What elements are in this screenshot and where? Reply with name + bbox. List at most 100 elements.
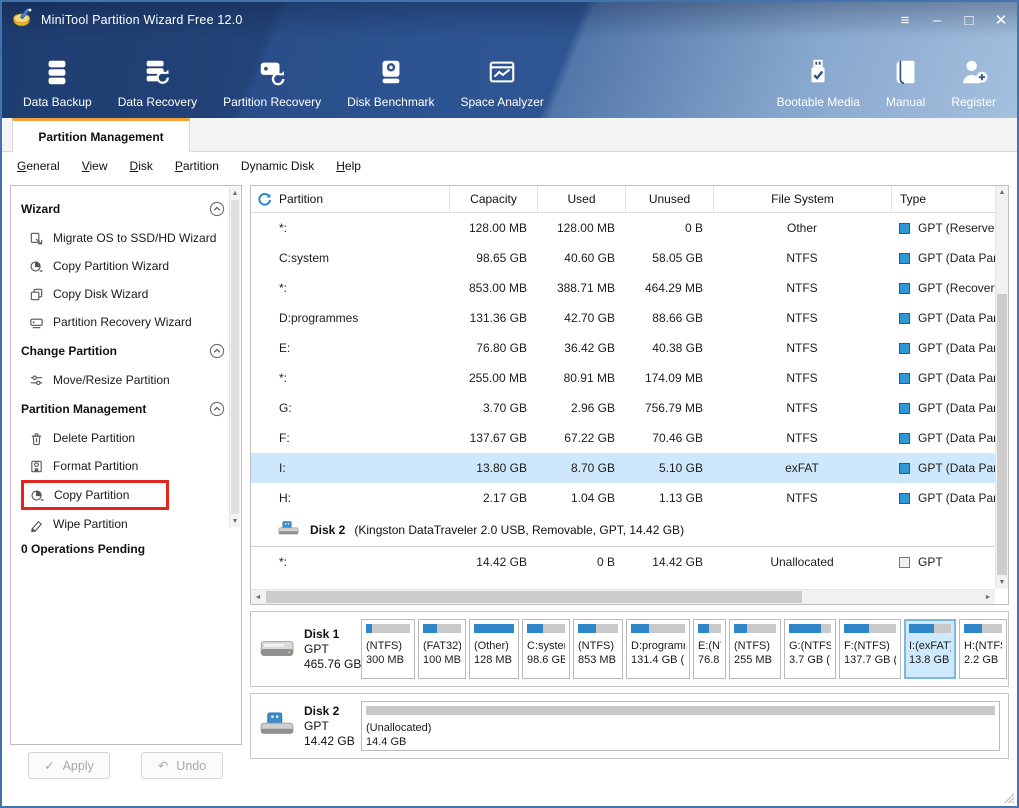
toolbar-label: Register bbox=[951, 95, 996, 109]
scroll-right-icon[interactable]: ► bbox=[981, 590, 995, 604]
column-header-type[interactable]: Type bbox=[891, 186, 995, 212]
usb-drive-icon bbox=[277, 521, 301, 538]
close-button[interactable]: ✕ bbox=[985, 2, 1017, 38]
disk-block-other[interactable]: (Other)128 MB bbox=[469, 619, 519, 679]
disk-block-d-programmes[interactable]: D:programmes131.4 GB (U bbox=[626, 619, 690, 679]
toolbar-data-recovery[interactable]: Data Recovery bbox=[105, 38, 210, 118]
scroll-up-icon[interactable]: ▲ bbox=[230, 187, 240, 199]
column-header-capacity[interactable]: Capacity bbox=[449, 186, 537, 212]
menu-view[interactable]: View bbox=[71, 159, 119, 173]
partition-type-icon bbox=[899, 283, 910, 294]
toolbar-manual[interactable]: Manual bbox=[873, 38, 938, 118]
disk-block-g-ntfs[interactable]: G:(NTFS)3.7 GB (U bbox=[784, 619, 836, 679]
column-header-file-system[interactable]: File System bbox=[713, 186, 891, 212]
disk-block-ntfs[interactable]: (NTFS)255 MB bbox=[729, 619, 781, 679]
partition-type-label: GPT (Data Partitio bbox=[918, 401, 995, 415]
table-row-partition-c-system[interactable]: C:system98.65 GB40.60 GB58.05 GBNTFSGPT … bbox=[251, 243, 995, 273]
toolbar-disk-benchmark[interactable]: Disk Benchmark bbox=[334, 38, 447, 118]
sidebar-item-wipe-partition[interactable]: Wipe Partition bbox=[21, 510, 225, 538]
sidebar-scrollbar-thumb[interactable] bbox=[231, 200, 239, 514]
scroll-down-icon[interactable]: ▼ bbox=[996, 576, 1008, 589]
toolbar-space-analyzer[interactable]: Space Analyzer bbox=[448, 38, 557, 118]
tab-label: Partition Management bbox=[38, 130, 163, 144]
minimize-button[interactable]: – bbox=[921, 2, 953, 38]
tab-partition-management[interactable]: Partition Management bbox=[12, 118, 190, 152]
toolbar-label: Data Backup bbox=[23, 95, 92, 109]
menu-disk[interactable]: Disk bbox=[119, 159, 164, 173]
apply-button[interactable]: ✓ Apply bbox=[28, 752, 110, 779]
sidebar-item-label: Migrate OS to SSD/HD Wizard bbox=[53, 231, 216, 245]
scroll-down-icon[interactable]: ▼ bbox=[230, 515, 240, 527]
disk-block-ntfs[interactable]: (NTFS)300 MB bbox=[361, 619, 415, 679]
table-row-partition-i[interactable]: I:13.80 GB8.70 GB5.10 GBexFATGPT (Data P… bbox=[251, 453, 995, 483]
sidebar-item-copy-disk-wizard[interactable]: Copy Disk Wizard bbox=[21, 280, 225, 308]
app-header: MiniTool Partition Wizard Free 12.0 ≡–□✕… bbox=[2, 2, 1017, 118]
toolbar-register[interactable]: Register bbox=[938, 38, 1009, 118]
resize-grip[interactable] bbox=[1004, 793, 1014, 803]
toolbar-bootable-media[interactable]: Bootable Media bbox=[764, 38, 873, 118]
menu-help[interactable]: Help bbox=[325, 159, 372, 173]
scroll-up-icon[interactable]: ▲ bbox=[996, 186, 1008, 199]
disk-block-unallocated[interactable]: (Unallocated)14.4 GB bbox=[361, 701, 1000, 751]
sidebar-item-copy-partition[interactable]: Copy Partition bbox=[21, 480, 169, 510]
block-label: E:(NTFS) bbox=[698, 639, 721, 653]
app-window: MiniTool Partition Wizard Free 12.0 ≡–□✕… bbox=[0, 0, 1019, 808]
undo-button[interactable]: ↶ Undo bbox=[141, 752, 223, 779]
sidebar-scrollbar[interactable]: ▲ ▼ bbox=[229, 187, 240, 527]
block-size: 76.8 ( bbox=[698, 653, 721, 667]
table-row-partition-[interactable]: *:853.00 MB388.71 MB464.29 MBNTFSGPT (Re… bbox=[251, 273, 995, 303]
disk-label: Disk 2GPT14.42 GB bbox=[259, 701, 361, 751]
toolbar-partition-recovery[interactable]: Partition Recovery bbox=[210, 38, 334, 118]
disk-block-e-ntfs[interactable]: E:(NTFS)76.8 ( bbox=[693, 619, 726, 679]
copy-partition-icon bbox=[29, 259, 44, 274]
sidebar-item-delete-partition[interactable]: Delete Partition bbox=[21, 424, 225, 452]
chevron-up-circle-icon[interactable] bbox=[209, 201, 225, 217]
sidebar-section-partition-management: Partition Management bbox=[21, 394, 225, 424]
column-header-used[interactable]: Used bbox=[537, 186, 625, 212]
menu-partition[interactable]: Partition bbox=[164, 159, 230, 173]
h-scrollbar-thumb[interactable] bbox=[266, 591, 802, 603]
chevron-up-circle-icon[interactable] bbox=[209, 401, 225, 417]
disk-block-ntfs[interactable]: (NTFS)853 MB bbox=[573, 619, 623, 679]
chevron-up-circle-icon[interactable] bbox=[209, 343, 225, 359]
scroll-left-icon[interactable]: ◄ bbox=[251, 590, 265, 604]
window-controls: ≡–□✕ bbox=[889, 2, 1017, 38]
table-row-partition-e[interactable]: E:76.80 GB36.42 GB40.38 GBNTFSGPT (Data … bbox=[251, 333, 995, 363]
table-row-partition-h[interactable]: H:2.17 GB1.04 GB1.13 GBNTFSGPT (Data Par… bbox=[251, 483, 995, 513]
disk-block-h-ntfs[interactable]: H:(NTFS)2.2 GB (U bbox=[959, 619, 1007, 679]
sidebar-item-partition-recovery-wizard[interactable]: Partition Recovery Wizard bbox=[21, 308, 225, 336]
disk-separator-row[interactable]: Disk 2(Kingston DataTraveler 2.0 USB, Re… bbox=[251, 513, 995, 547]
vertical-scrollbar[interactable]: ▲ ▼ bbox=[995, 186, 1008, 589]
v-scrollbar-thumb[interactable] bbox=[997, 294, 1007, 575]
block-size: 853 MB bbox=[578, 653, 618, 667]
disk-benchmark-icon bbox=[376, 57, 406, 95]
sidebar-item-move-resize-partition[interactable]: Move/Resize Partition bbox=[21, 366, 225, 394]
bootable-media-icon bbox=[803, 57, 833, 95]
table-row-partition-[interactable]: *:128.00 MB128.00 MB0 BOtherGPT (Reserve… bbox=[251, 213, 995, 243]
block-label: G:(NTFS) bbox=[789, 639, 831, 653]
block-label: H:(NTFS) bbox=[964, 639, 1002, 653]
sidebar-item-copy-partition-wizard[interactable]: Copy Partition Wizard bbox=[21, 252, 225, 280]
column-header-partition[interactable]: Partition bbox=[277, 186, 449, 212]
disk-block-c-system[interactable]: C:system98.6 GB bbox=[522, 619, 570, 679]
disk-block-i-exfat[interactable]: I:(exFAT)13.8 GB bbox=[904, 619, 956, 679]
horizontal-scrollbar[interactable]: ◄ ► bbox=[251, 589, 995, 604]
menu-general[interactable]: General bbox=[6, 159, 71, 173]
table-row-partition-f[interactable]: F:137.67 GB67.22 GB70.46 GBNTFSGPT (Data… bbox=[251, 423, 995, 453]
disk-block-fat32[interactable]: (FAT32)100 MB bbox=[418, 619, 466, 679]
sidebar-item-migrate-os-to-ssd-hd-wizard[interactable]: Migrate OS to SSD/HD Wizard bbox=[21, 224, 225, 252]
column-header-unused[interactable]: Unused bbox=[625, 186, 713, 212]
partition-type-label: GPT (Data Partitio bbox=[918, 461, 995, 475]
table-row-partition-[interactable]: *:255.00 MB80.91 MB174.09 MBNTFSGPT (Dat… bbox=[251, 363, 995, 393]
refresh-icon[interactable] bbox=[251, 192, 277, 207]
block-size: 137.7 GB (U bbox=[844, 653, 896, 667]
menu-dynamic-disk[interactable]: Dynamic Disk bbox=[230, 159, 325, 173]
toolbar-data-backup[interactable]: Data Backup bbox=[10, 38, 105, 118]
maximize-button[interactable]: □ bbox=[953, 2, 985, 38]
sidebar-item-format-partition[interactable]: Format Partition bbox=[21, 452, 225, 480]
table-row-partition-[interactable]: *:14.42 GB0 B14.42 GBUnallocatedGPT bbox=[251, 547, 995, 577]
table-row-partition-d-programmes[interactable]: D:programmes131.36 GB42.70 GB88.66 GBNTF… bbox=[251, 303, 995, 333]
disk-block-f-ntfs[interactable]: F:(NTFS)137.7 GB (U bbox=[839, 619, 901, 679]
table-row-partition-g[interactable]: G:3.70 GB2.96 GB756.79 MBNTFSGPT (Data P… bbox=[251, 393, 995, 423]
menu-button[interactable]: ≡ bbox=[889, 2, 921, 38]
